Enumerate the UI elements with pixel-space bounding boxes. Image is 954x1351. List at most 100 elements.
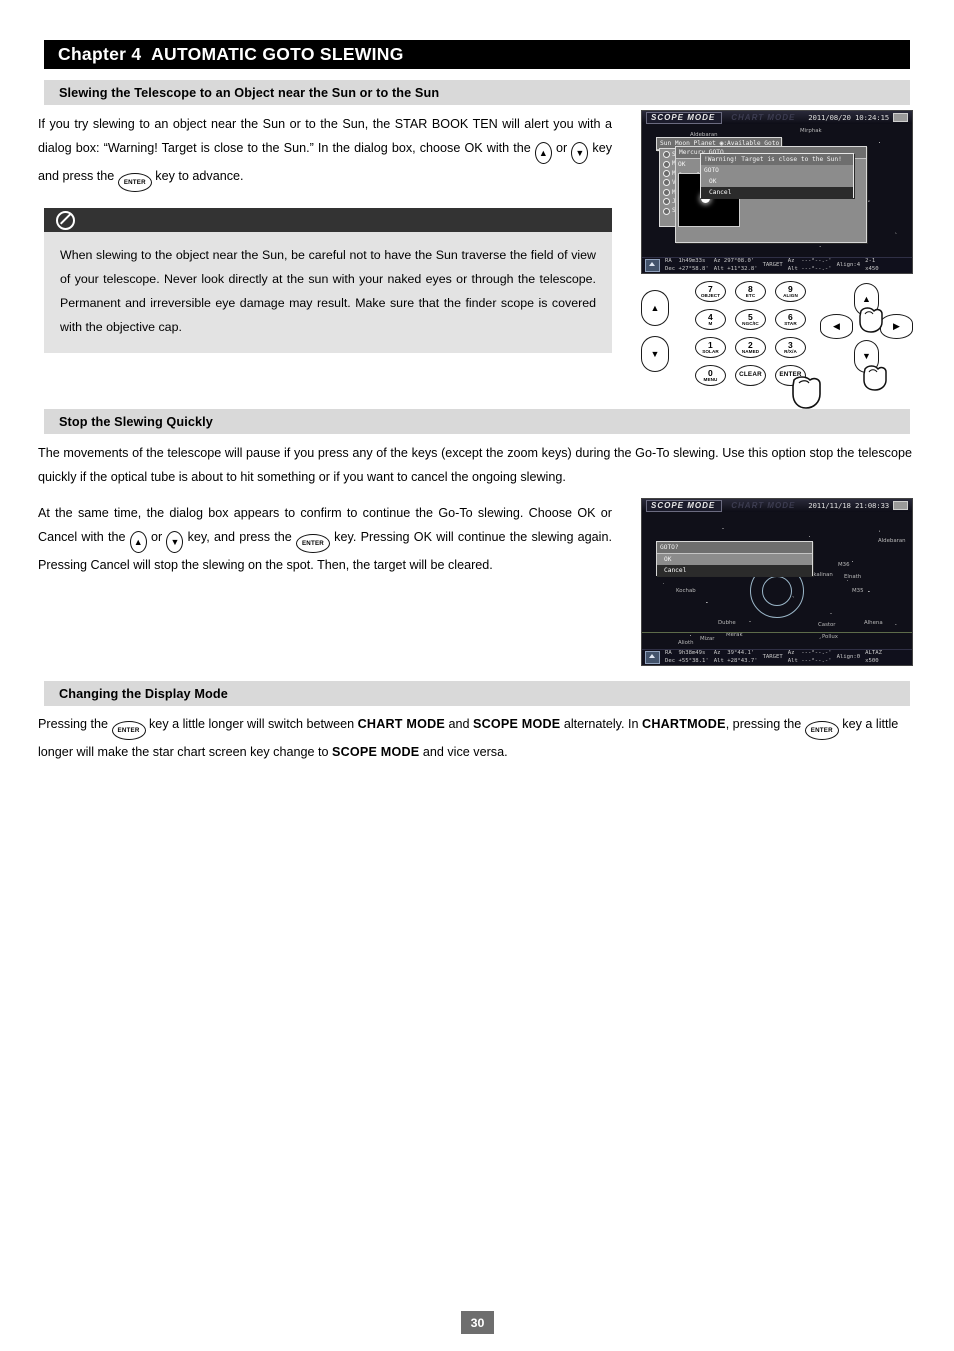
dpad-left-key[interactable]: ◀ [820, 314, 853, 339]
key-2-named-number: 2 [748, 339, 753, 350]
star-label-castor: Castor [818, 622, 836, 628]
key-4-m[interactable]: 4 M [695, 309, 726, 330]
bullet-icon [663, 198, 670, 206]
status-align: Align:4 [836, 261, 861, 268]
key-7-object-number: 7 [708, 283, 713, 294]
star-label-dubhe: Dubhe [718, 620, 736, 626]
page-number: 30 [461, 1311, 494, 1334]
zoom-out-key-glyph: ▼ [650, 348, 660, 359]
warning-dialog-subtitle: GOTO [704, 167, 719, 174]
zoom-in-key[interactable]: ▲ [641, 290, 669, 326]
screenshot-bottom-starfield: Kochab Dubhe Merak Mizar Alioth Benetnas… [642, 512, 912, 658]
status-az: Az 39°44.1' [713, 649, 755, 656]
key-7-object-label: OBJECT [700, 292, 721, 298]
up-key-icon: ▲ [129, 531, 147, 553]
down-key-icon: ▼ [571, 142, 589, 164]
enter-key-icon: ENTER [804, 721, 839, 740]
paragraph-display-mode: Pressing the ENTER key a little longer w… [38, 712, 916, 764]
target-reticle-inner [762, 576, 792, 606]
star-label-kochab: Kochab [676, 588, 696, 594]
star-label-pollux: Pollux [822, 634, 838, 640]
paragraph-display-mode-text-4: alternately. In [560, 717, 643, 731]
bullet-icon [663, 170, 670, 178]
status-dec: Dec +27°58.8' [665, 265, 709, 272]
chart-mode-label: CHART MODE [357, 717, 445, 731]
goto-confirm-cancel-option[interactable]: Cancel [657, 565, 812, 576]
key-4-m-number: 4 [708, 311, 713, 322]
key-3-rxa[interactable]: 3 R/X/A [775, 337, 806, 358]
key-clear[interactable]: CLEAR [735, 365, 766, 386]
screenshot-bottom-mode-inactive: CHART MODE [731, 500, 796, 510]
chapter-title-text: Chapter 4 AUTOMATIC GOTO SLEWING [58, 44, 404, 64]
bullet-icon [663, 179, 670, 187]
star-label-elnath: Elnath [844, 574, 862, 580]
screenshot-top-topbar: SCOPE MODE CHART MODE 2011/08/20 10:24:1… [642, 111, 912, 124]
chart-mode-label-2: CHARTMODE [642, 717, 726, 731]
status-az: Az 297°08.0' [713, 257, 755, 264]
goto-confirm-dialog[interactable]: GOTO? OK Cancel [656, 541, 813, 576]
key-6-star[interactable]: 6 STAR [775, 309, 806, 330]
warning-dialog-ok-option[interactable]: OK [701, 176, 853, 187]
dpad-right-key-glyph: ▶ [893, 321, 900, 331]
warning-dialog[interactable]: !Warning! Target is close to the Sun! GO… [700, 153, 854, 198]
status-zoom: x500 [865, 657, 879, 664]
dpad-up-key-glyph: ▲ [862, 294, 871, 304]
key-8-etc[interactable]: 8 ETC [735, 281, 766, 302]
screenshot-top-mode-inactive: CHART MODE [731, 112, 796, 122]
status-ra: RA 9h38m49s [665, 649, 706, 656]
paragraph-stop-slewing-1: The movements of the telescope will paus… [38, 446, 912, 484]
key-2-named-label: NAMED [741, 348, 760, 354]
pointing-hand-icon-enter [792, 376, 821, 409]
caution-callout-bar [44, 208, 612, 232]
zoom-out-key[interactable]: ▼ [641, 336, 669, 372]
warning-dialog-cancel-option[interactable]: Cancel [701, 187, 853, 198]
status-target-az: Az ---°--.-' [787, 649, 832, 656]
key-1-solar[interactable]: 1 SOLAR [695, 337, 726, 358]
star-label-mirphak: Mirphak [800, 128, 822, 134]
paragraph-display-mode-text-7: and vice versa. [419, 745, 508, 759]
star-label-mizar: Mizar [700, 636, 715, 642]
key-clear-label: CLEAR [739, 371, 762, 379]
section-header-sun-slewing-label: Slewing the Telescope to an Object near … [59, 85, 440, 100]
status-alt: Alt +28°43.7' [713, 657, 758, 664]
screenshot-scope-mode-goto-confirm: SCOPE MODE CHART MODE 2011/11/18 21:08:3… [641, 498, 913, 666]
dpad-left-key-glyph: ◀ [833, 321, 840, 331]
star-label-m36: M36 [838, 562, 850, 568]
star-label-m35: M35 [852, 588, 864, 594]
status-target-alt: Alt ---°--.-' [787, 265, 832, 272]
zoom-in-key-glyph: ▲ [650, 302, 660, 313]
paragraph-display-mode-text-5: , pressing the [725, 717, 805, 731]
goto-confirm-dialog-title: GOTO? [657, 542, 812, 554]
bullet-icon [663, 207, 670, 215]
screenshot-scope-mode-sun-warning: SCOPE MODE CHART MODE 2011/08/20 10:24:1… [641, 110, 913, 274]
key-7-object[interactable]: 7 OBJECT [695, 281, 726, 302]
key-5-ngcic[interactable]: 5 NGC/IC [735, 309, 766, 330]
screenshot-top-mode-active: SCOPE MODE [646, 111, 723, 124]
enter-key-icon: ENTER [111, 721, 146, 740]
key-0-menu[interactable]: 0 MENU [695, 365, 726, 386]
key-2-named[interactable]: 2 NAMED [735, 337, 766, 358]
section-header-stop-slewing-label: Stop the Slewing Quickly [59, 414, 213, 429]
screenshot-bottom-datetime: 2011/11/18 21:08:33 [808, 501, 889, 510]
key-3-rxa-number: 3 [788, 339, 793, 350]
key-9-align[interactable]: 9 ALIGN [775, 281, 806, 302]
paragraph-sun-slewing-text-1: If you try slewing to an object near the… [38, 117, 612, 155]
screenshot-top-datetime: 2011/08/20 10:24:15 [808, 113, 889, 122]
bullet-icon [663, 160, 670, 168]
status-mode: 2-1 [865, 257, 876, 264]
key-3-rxa-label: R/X/A [784, 348, 797, 354]
section-header-display-mode-label: Changing the Display Mode [59, 686, 228, 701]
bullet-icon [663, 151, 670, 159]
screenshot-top-statusbar: RA 1h49m33s Dec +27°58.8' Az 297°08.0' A… [642, 257, 912, 273]
pointing-hand-icon-dpad-down [863, 365, 887, 391]
paragraph-stop-slewing-2-or: or [146, 530, 167, 544]
warning-dialog-message: !Warning! Target is close to the Sun! [701, 154, 853, 165]
key-9-align-label: ALIGN [783, 292, 798, 298]
battery-icon [893, 501, 908, 510]
star-label-alioth: Alioth [678, 640, 694, 646]
paragraph-stop-slewing-2-text-2: key, and press the [183, 530, 296, 544]
status-target-az: Az ---°--.-' [787, 257, 832, 264]
goto-confirm-ok-option[interactable]: OK [657, 554, 812, 565]
dpad-down-key-glyph: ▼ [862, 351, 871, 361]
prohibition-icon [56, 210, 75, 230]
